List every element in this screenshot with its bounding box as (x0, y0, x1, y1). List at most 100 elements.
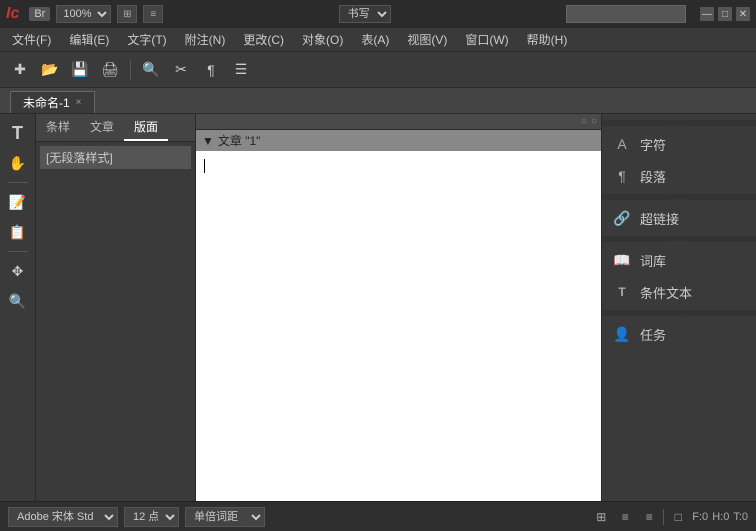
paragraph-icon: ¶ (612, 166, 632, 186)
hand-tool[interactable]: ✋ (5, 150, 31, 176)
move-tool[interactable]: ✥ (5, 258, 31, 284)
character-icon: A (612, 134, 632, 154)
menu-object[interactable]: 对象(O) (294, 29, 351, 50)
tab-layout[interactable]: 版面 (124, 114, 168, 141)
rp-hyperlink-label: 超链接 (640, 209, 679, 228)
ruler-icon-1[interactable]: ○ (581, 116, 587, 127)
menu-view[interactable]: 视图(V) (399, 29, 455, 50)
toolbar: ✚ 📂 💾 🖨 🔍 ✂ ¶ ☰ (0, 52, 756, 88)
rp-thesaurus[interactable]: 📖 词库 (602, 244, 756, 276)
rp-paragraph-label: 段落 (640, 167, 666, 186)
status-icon-2[interactable]: ≡ (615, 507, 635, 527)
lt-separator-2 (8, 251, 28, 252)
field-f: F:0 (692, 511, 708, 523)
right-panel: A 字符 ¶ 段落 🔗 超链接 📖 词库 T 条件文本 👤 任务 (601, 114, 756, 501)
title-center: 书写 (169, 5, 560, 23)
doc-content: ▼ 文章 "1" (196, 130, 601, 501)
main-layout: T ✋ 📝 📋 ✥ 🔍 条样 文章 版面 [无段落样式] ○ ○ (0, 114, 756, 501)
text-tool[interactable]: T (5, 120, 31, 146)
layout-btn[interactable]: ≡ (143, 5, 163, 23)
tab-close-icon[interactable]: × (76, 97, 82, 108)
rp-hyperlink[interactable]: 🔗 超链接 (602, 202, 756, 234)
status-icon-3[interactable]: ≡ (639, 507, 659, 527)
left-toolbar: T ✋ 📝 📋 ✥ 🔍 (0, 114, 36, 501)
menu-change[interactable]: 更改(C) (235, 29, 292, 50)
title-bar: Ic Br 100% ⊞ ≡ 书写 — □ ✕ (0, 0, 756, 28)
rp-separator-4 (602, 310, 756, 316)
ruler-bar: ○ ○ (196, 114, 601, 130)
status-icon-1[interactable]: ⊞ (591, 507, 611, 527)
window-controls: — □ ✕ (700, 7, 750, 21)
maximize-button[interactable]: □ (718, 7, 732, 21)
menu-note[interactable]: 附注(N) (177, 29, 234, 50)
rp-character-label: 字符 (640, 135, 666, 154)
search-input[interactable] (566, 5, 686, 23)
menu-text[interactable]: 文字(T) (119, 29, 174, 50)
toolbar-separator-1 (130, 60, 131, 80)
story-title: 文章 "1" (218, 132, 261, 149)
story-collapse-icon[interactable]: ▼ (202, 134, 214, 148)
line-spacing-select[interactable]: 单倍词距 (185, 507, 265, 527)
font-family-select[interactable]: Adobe 宋体 Std (8, 507, 118, 527)
open-button[interactable]: 📂 (38, 58, 62, 82)
tab-article[interactable]: 文章 (80, 114, 124, 141)
status-icons: ⊞ ≡ ≡ □ F:0 H:0 T:0 (591, 507, 748, 527)
menu-table[interactable]: 表(A) (353, 29, 397, 50)
text-cursor (204, 159, 205, 173)
menu-help[interactable]: 帮助(H) (519, 29, 576, 50)
rp-paragraph[interactable]: ¶ 段落 (602, 160, 756, 192)
paragraph-button[interactable]: ¶ (199, 58, 223, 82)
rp-conditional-label: 条件文本 (640, 283, 692, 302)
rp-character[interactable]: A 字符 (602, 128, 756, 160)
menu-icon[interactable]: ☰ (229, 58, 253, 82)
font-size-select[interactable]: 12 点 (124, 507, 179, 527)
save-button[interactable]: 💾 (68, 58, 92, 82)
text-area[interactable] (196, 151, 601, 501)
tab-bar: 未命名-1 × (0, 88, 756, 114)
rp-separator-3 (602, 236, 756, 242)
writing-mode-select[interactable]: 书写 (339, 5, 391, 23)
pencil-tool[interactable]: 📝 (5, 189, 31, 215)
tab-strips[interactable]: 条样 (36, 114, 80, 141)
status-sep (663, 509, 664, 525)
styles-tabs: 条样 文章 版面 (36, 114, 195, 142)
rp-conditional-text[interactable]: T 条件文本 (602, 276, 756, 308)
document-tab[interactable]: 未命名-1 × (10, 91, 95, 113)
tab-label: 未命名-1 (23, 94, 70, 111)
status-bar: Adobe 宋体 Std 12 点 单倍词距 ⊞ ≡ ≡ □ F:0 H:0 T… (0, 501, 756, 531)
conditional-icon: T (612, 282, 632, 302)
rp-task-label: 任务 (640, 325, 666, 344)
close-button[interactable]: ✕ (736, 7, 750, 21)
menu-window[interactable]: 窗口(W) (457, 29, 516, 50)
find-button[interactable]: 🔍 (139, 58, 163, 82)
rp-separator-top (602, 120, 756, 126)
lt-separator-1 (8, 182, 28, 183)
new-button[interactable]: ✚ (8, 58, 32, 82)
rp-separator-2 (602, 194, 756, 200)
print-button[interactable]: 🖨 (98, 58, 122, 82)
app-logo: Ic (6, 5, 19, 23)
hyperlink-icon: 🔗 (612, 208, 632, 228)
menu-edit[interactable]: 编辑(E) (61, 29, 117, 50)
status-icon-4[interactable]: □ (668, 507, 688, 527)
styles-content: [无段落样式] (36, 142, 195, 501)
note-tool[interactable]: 📋 (5, 219, 31, 245)
field-t: T:0 (733, 511, 748, 523)
styles-panel: 条样 文章 版面 [无段落样式] (36, 114, 196, 501)
story-header[interactable]: ▼ 文章 "1" (196, 130, 601, 151)
view-mode-btn[interactable]: ⊞ (117, 5, 137, 23)
task-icon: 👤 (612, 324, 632, 344)
zoom-tool[interactable]: 🔍 (5, 288, 31, 314)
ruler-icon-2[interactable]: ○ (591, 116, 597, 127)
rp-task[interactable]: 👤 任务 (602, 318, 756, 350)
menu-bar: 文件(F) 编辑(E) 文字(T) 附注(N) 更改(C) 对象(O) 表(A)… (0, 28, 756, 52)
minimize-button[interactable]: — (700, 7, 714, 21)
para-style-none[interactable]: [无段落样式] (40, 146, 191, 169)
menu-file[interactable]: 文件(F) (4, 29, 59, 50)
field-h: H:0 (712, 511, 729, 523)
bridge-button[interactable]: Br (29, 7, 50, 21)
content-wrapper: ○ ○ ▼ 文章 "1" (196, 114, 601, 501)
rp-thesaurus-label: 词库 (640, 251, 666, 270)
zoom-select[interactable]: 100% (56, 5, 111, 23)
cut-button[interactable]: ✂ (169, 58, 193, 82)
